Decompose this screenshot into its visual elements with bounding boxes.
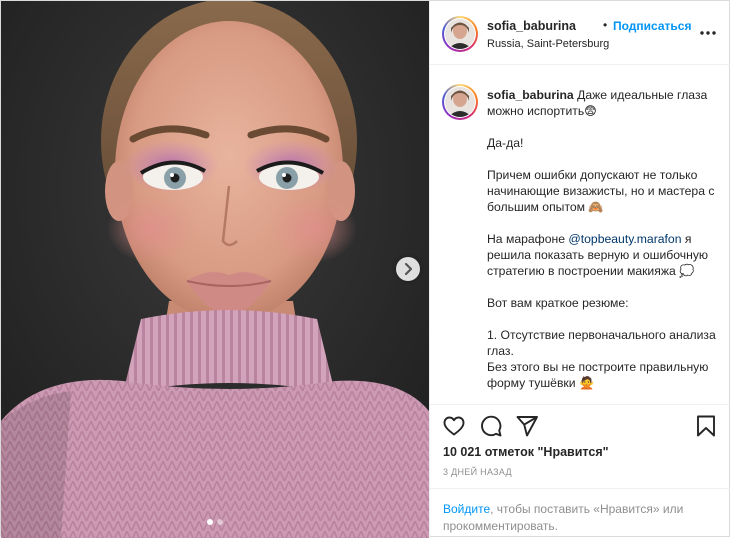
marathon-prefix: На марафоне [487,232,569,246]
post-actions: 10 021 отметок "Нравится" 3 ДНЕЙ НАЗАД В… [430,404,730,538]
more-options-icon[interactable] [698,23,718,43]
post-photo[interactable] [1,1,429,538]
mention-link[interactable]: @topbeauty.marafon [568,232,681,246]
next-photo-button[interactable] [396,257,420,281]
paper-plane-icon[interactable] [515,414,539,438]
bookmark-icon[interactable] [694,414,718,438]
caption-username[interactable]: sofia_baburina [487,88,574,102]
post-header: sofia_baburina • Подписаться Russia, Sai… [430,1,730,65]
avatar-image [445,87,475,117]
portrait-image [1,1,429,538]
caption-text: sofia_baburina Даже идеальные глаза можн… [487,87,719,391]
avatar-image [445,19,475,49]
point-body: Без этого вы не построите правильную фор… [487,360,709,390]
caption-point: 1. Отсутствие первоначального анализа гл… [487,327,719,391]
author-avatar[interactable] [442,16,478,52]
carousel-dot [217,519,223,525]
follow-button[interactable]: Подписаться [613,19,691,33]
likes-count[interactable]: 10 021 отметок "Нравится" [443,445,609,459]
login-link[interactable]: Войдите [443,502,490,516]
instagram-post-window: sofia_baburina • Подписаться Russia, Sai… [0,0,730,538]
post-details-panel: sofia_baburina • Подписаться Russia, Sai… [429,1,730,538]
point-title: 1. Отсутствие первоначального анализа гл… [487,328,716,358]
login-prompt-text: Войдите, чтобы поставить «Нравится» или … [443,501,723,535]
carousel-indicator [203,519,227,525]
comment-icon[interactable] [479,414,503,438]
author-username[interactable]: sofia_baburina [487,19,576,33]
caption-paragraph: Да-да! [487,136,524,150]
caption-area[interactable]: sofia_baburina Даже идеальные глаза можн… [430,66,730,404]
login-prompt: Войдите, чтобы поставить «Нравится» или … [430,488,730,539]
caption-first-paragraph: sofia_baburina Даже идеальные глаза можн… [487,87,719,119]
post-timestamp[interactable]: 3 ДНЕЙ НАЗАД [443,467,512,477]
header-separator: • [603,18,608,32]
post-location[interactable]: Russia, Saint-Petersburg [487,38,609,50]
caption-paragraph: Причем ошибки допускают не только начина… [487,168,715,214]
caption-avatar[interactable] [442,84,478,120]
heart-icon[interactable] [442,414,466,438]
chevron-right-icon [404,262,413,276]
caption-paragraph: Вот вам краткое резюме: [487,296,629,310]
caption-marathon-paragraph: На марафоне @topbeauty.marafon я решила … [487,231,719,279]
carousel-dot-active [207,519,213,525]
